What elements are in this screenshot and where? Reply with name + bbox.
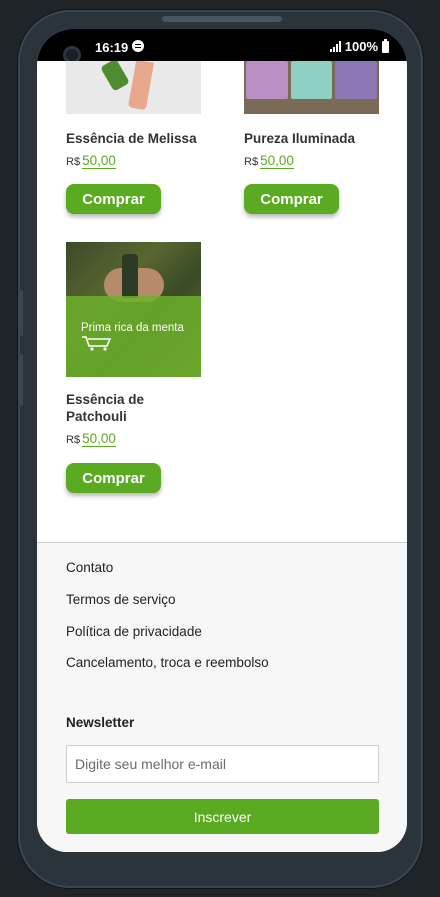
product-name[interactable]: Essência de Patchouli — [66, 391, 176, 425]
battery-percent: 100% — [344, 39, 378, 54]
buy-button[interactable]: Comprar — [244, 184, 339, 214]
product-price: R$ 50,00 — [244, 154, 294, 169]
subscribe-button[interactable]: Inscrever — [66, 799, 379, 834]
currency-label: R$ — [244, 156, 259, 168]
phone-side-button — [19, 354, 23, 406]
price-value: 50,00 — [260, 153, 294, 169]
cart-icon[interactable] — [81, 335, 115, 351]
currency-label: R$ — [66, 156, 81, 168]
email-input[interactable] — [66, 745, 379, 783]
footer-link-termos[interactable]: Termos de serviço — [66, 592, 176, 607]
price-value: 50,00 — [82, 153, 116, 169]
buy-button[interactable]: Comprar — [66, 184, 161, 214]
product-image-pureza[interactable] — [244, 61, 379, 114]
phone-speaker — [162, 16, 282, 22]
product-price: R$ 50,00 — [66, 432, 116, 447]
price-value: 50,00 — [82, 431, 116, 447]
product-price: R$ 50,00 — [66, 154, 116, 169]
hover-text: Prima rica da menta — [81, 322, 184, 334]
product-name[interactable]: Pureza Iluminada — [244, 130, 394, 147]
battery-icon — [382, 38, 389, 53]
newsletter-title: Newsletter — [66, 715, 135, 730]
footer-link-cancelamento[interactable]: Cancelamento, troca e reembolso — [66, 655, 269, 670]
product-image-melissa[interactable] — [66, 61, 201, 114]
product-name[interactable]: Essência de Melissa — [66, 130, 216, 147]
status-bar: 16:19 100% — [37, 29, 407, 64]
currency-label: R$ — [66, 434, 81, 446]
buy-button[interactable]: Comprar — [66, 463, 161, 493]
footer: Contato Termos de serviço Política de pr… — [37, 542, 407, 852]
product-image-patchouli[interactable] — [66, 242, 201, 377]
screen: 16:19 100% Essência de Melissa R$ 50,00 … — [37, 29, 407, 852]
footer-link-privacidade[interactable]: Política de privacidade — [66, 624, 202, 639]
status-time: 16:19 — [95, 40, 129, 55]
phone-side-button — [19, 290, 23, 336]
signal-icon — [329, 41, 341, 52]
spotify-icon — [132, 40, 144, 52]
footer-link-contato[interactable]: Contato — [66, 560, 113, 575]
status-right: 100% — [329, 38, 389, 54]
